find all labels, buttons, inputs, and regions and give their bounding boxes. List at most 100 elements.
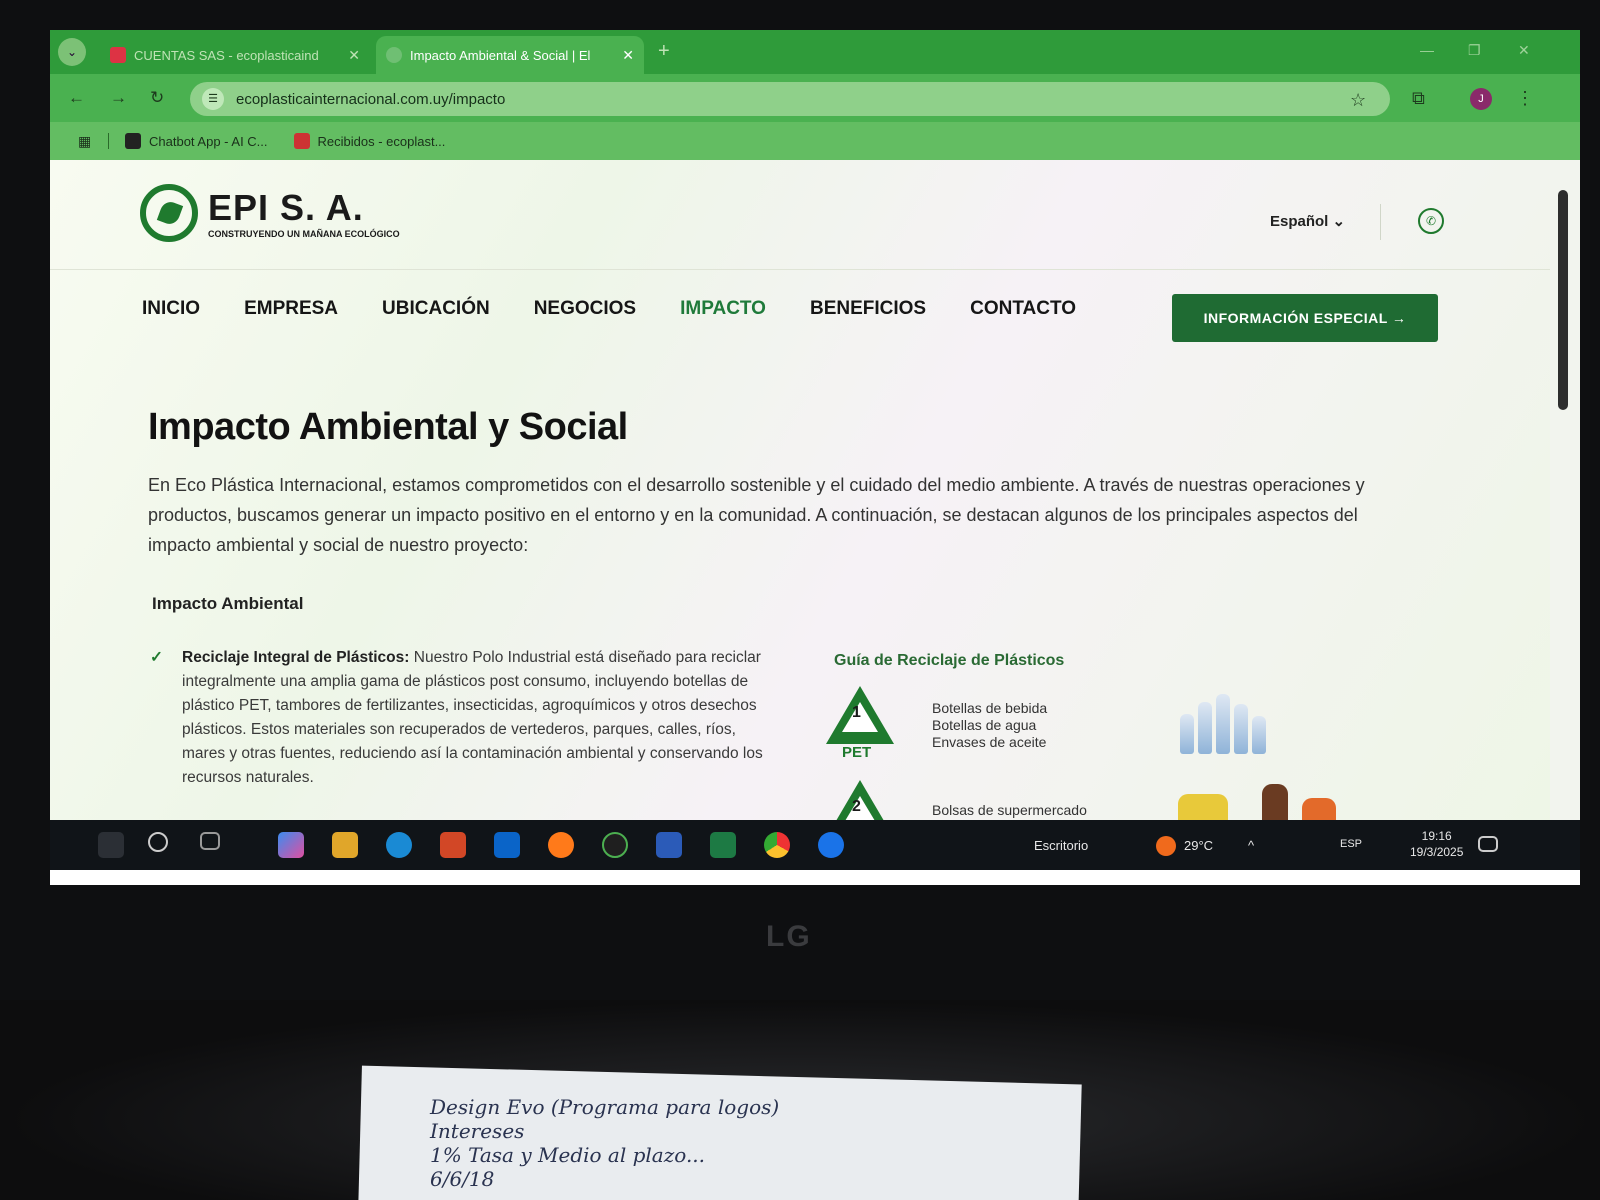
nav-ubicacion[interactable]: UBICACIÓN (382, 298, 490, 320)
bookmark-label: Recibidos - ecoplast... (317, 133, 446, 149)
photo-root: ⌄ CUENTAS SAS - ecoplasticaind ✕ Impacto… (0, 0, 1600, 1200)
guide-items: Botellas de bebida Botellas de agua Enva… (932, 700, 1047, 751)
app-icon-blue[interactable] (818, 832, 844, 858)
back-arrow-icon[interactable]: ← (68, 88, 85, 108)
nav-beneficios[interactable]: BENEFICIOS (810, 298, 926, 320)
kebab-menu-icon[interactable]: ⋮ (1516, 88, 1534, 109)
extensions-icon[interactable]: ⧉ (1412, 88, 1425, 109)
app-icon[interactable] (602, 832, 628, 858)
bullet-title: Reciclaje Integral de Plásticos: (182, 649, 410, 666)
tab-impacto[interactable]: Impacto Ambiental & Social | El ✕ (376, 36, 644, 74)
language-indicator[interactable]: ESP (1340, 838, 1362, 850)
resin-code-number: 2 (852, 798, 861, 815)
bookmark-recibidos[interactable]: Recibidos - ecoplast... (293, 133, 446, 149)
nav-impacto[interactable]: IMPACTO (680, 298, 766, 320)
edge-icon[interactable] (386, 832, 412, 858)
windows-taskbar: Escritorio 29°C ^ ESP 19:16 19/3/2025 (50, 820, 1580, 870)
notifications-icon[interactable] (1478, 836, 1498, 852)
check-icon: ✓ (150, 649, 163, 666)
tab-title: Impacto Ambiental & Social | El (410, 47, 591, 63)
clock-date: 19/3/2025 (1410, 845, 1464, 859)
guide-items: Bolsas de supermercado (932, 802, 1087, 819)
address-bar[interactable]: ☰ ecoplasticainternacional.com.uy/impact… (190, 82, 1390, 116)
profile-avatar[interactable]: J (1470, 88, 1492, 110)
gmail-icon (293, 133, 310, 149)
windows-start-icon[interactable] (98, 832, 124, 858)
chevron-down-icon: ⌄ (1332, 213, 1346, 230)
apps-grid-icon[interactable]: ▦ (78, 133, 94, 149)
restore-icon[interactable]: ❐ (1468, 42, 1481, 59)
recycle-symbol-icon: 1 PET (822, 684, 898, 761)
bullet-text: Nuestro Polo Industrial está diseñado pa… (182, 649, 763, 786)
bookmark-chatbot[interactable]: Chatbot App - AI C... (125, 133, 268, 149)
new-tab-button[interactable]: + (658, 40, 670, 63)
nav-negocios[interactable]: NEGOCIOS (534, 298, 636, 320)
guide-item: Botellas de bebida (932, 700, 1048, 716)
search-icon[interactable] (148, 832, 168, 852)
guide-item: Botellas de agua (932, 717, 1037, 733)
minimize-icon[interactable]: — (1420, 42, 1434, 58)
clock-time: 19:16 (1421, 829, 1452, 843)
language-label: Español (1270, 213, 1329, 230)
weather-temp[interactable]: 29°C (1184, 838, 1213, 853)
bookmark-label: Chatbot App - AI C... (149, 133, 268, 149)
window-close-icon[interactable]: ✕ (1518, 42, 1530, 59)
url-text[interactable]: ecoplasticainternacional.com.uy/impacto (236, 91, 505, 108)
site-logo[interactable]: EPI S. A. CONSTRUYENDO UN MAÑANA ECOLÓGI… (140, 184, 400, 242)
bookmark-star-icon[interactable]: ☆ (1350, 90, 1366, 111)
resin-code-number: 1 (852, 704, 861, 721)
tab-search-button[interactable]: ⌄ (58, 38, 86, 66)
file-explorer-icon[interactable] (332, 832, 358, 858)
weather-icon[interactable] (1156, 836, 1176, 856)
web-page: EPI S. A. CONSTRUYENDO UN MAÑANA ECOLÓGI… (50, 160, 1580, 838)
forward-arrow-icon[interactable]: → (110, 88, 127, 108)
close-icon[interactable]: ✕ (348, 47, 360, 64)
guide-row-pet: 1 PET Botellas de bebida Botellas de agu… (822, 684, 1342, 774)
main-nav: INICIO EMPRESA UBICACIÓN NEGOCIOS IMPACT… (142, 298, 1120, 320)
chrome-icon[interactable] (764, 832, 790, 858)
section-title: Impacto Ambiental (152, 594, 304, 613)
guide-item: Bolsas de supermercado (932, 802, 1087, 818)
tab-title: CUENTAS SAS - ecoplasticaind (134, 47, 319, 63)
firefox-icon[interactable] (548, 832, 574, 858)
nav-contacto[interactable]: CONTACTO (970, 298, 1076, 320)
page-title: Impacto Ambiental y Social (148, 406, 628, 448)
reload-icon[interactable]: ↻ (150, 88, 164, 108)
word-icon[interactable] (656, 832, 682, 858)
header-divider (1380, 204, 1381, 240)
copilot-icon[interactable] (278, 832, 304, 858)
resin-code-label: PET (842, 744, 872, 761)
note-text: Design Evo (Programa para logos) Interes… (430, 1095, 779, 1191)
note-line: 6/6/18 (430, 1167, 495, 1191)
monitor-brand-logo: LG (766, 920, 812, 953)
site-info-icon[interactable]: ☰ (202, 88, 224, 110)
excel-icon[interactable] (710, 832, 736, 858)
bottles-image (1172, 684, 1272, 754)
desktop-toolbar-label[interactable]: Escritorio (1034, 838, 1088, 853)
clock[interactable]: 19:16 19/3/2025 (1410, 828, 1463, 860)
note-line: Design Evo (Programa para logos) (430, 1095, 780, 1119)
close-icon[interactable]: ✕ (622, 47, 634, 64)
gmail-icon (110, 47, 126, 63)
special-info-button[interactable]: INFORMACIÓN ESPECIAL → (1172, 294, 1438, 342)
monitor-screen: ⌄ CUENTAS SAS - ecoplasticaind ✕ Impacto… (50, 30, 1580, 885)
tab-cuentas[interactable]: CUENTAS SAS - ecoplasticaind ✕ (100, 36, 370, 74)
language-selector[interactable]: Español ⌄ (1270, 212, 1345, 230)
scrollbar-thumb[interactable] (1558, 190, 1568, 410)
outlook-icon[interactable] (494, 832, 520, 858)
logo-name: EPI S. A. (208, 187, 364, 228)
site-favicon-icon (386, 47, 402, 63)
guide-title: Guía de Reciclaje de Plásticos (834, 652, 1065, 669)
nav-empresa[interactable]: EMPRESA (244, 298, 338, 320)
bookmark-separator (108, 133, 109, 149)
browser-toolbar: ← → ↻ ☰ ecoplasticainternacional.com.uy/… (50, 74, 1580, 122)
whatsapp-icon[interactable]: ✆ (1418, 208, 1444, 234)
leaf-logo-icon (140, 184, 198, 242)
chevron-up-icon[interactable]: ^ (1248, 838, 1254, 853)
nav-inicio[interactable]: INICIO (142, 298, 200, 320)
recycling-guide: Guía de Reciclaje de Plásticos 1 PET Bot… (826, 652, 1354, 838)
intro-paragraph: En Eco Plástica Internacional, estamos c… (148, 475, 1365, 555)
powerpoint-icon[interactable] (440, 832, 466, 858)
task-view-icon[interactable] (200, 832, 220, 850)
chatbot-icon (125, 133, 141, 149)
